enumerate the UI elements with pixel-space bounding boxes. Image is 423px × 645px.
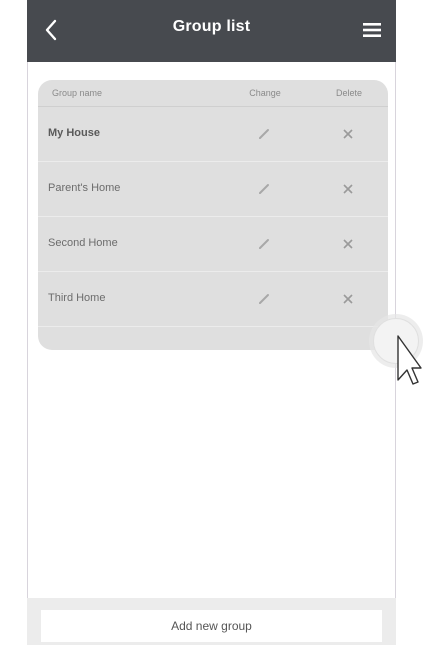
group-name: My House bbox=[48, 127, 100, 139]
edit-group-button[interactable] bbox=[249, 174, 279, 204]
edit-group-button[interactable] bbox=[249, 229, 279, 259]
menu-button[interactable] bbox=[356, 14, 388, 46]
close-icon bbox=[343, 239, 353, 249]
pencil-icon bbox=[259, 239, 269, 249]
close-icon bbox=[343, 184, 353, 194]
page-title: Group list bbox=[172, 18, 251, 35]
close-icon bbox=[343, 129, 353, 139]
delete-group-button[interactable] bbox=[333, 284, 363, 314]
table-row: Second Home bbox=[38, 217, 388, 272]
add-new-group-button[interactable]: Add new group bbox=[41, 610, 382, 642]
group-table: Group name Change Delete My House Parent… bbox=[38, 80, 388, 350]
hamburger-menu-icon bbox=[363, 23, 381, 37]
delete-group-button[interactable] bbox=[333, 229, 363, 259]
edit-group-button[interactable] bbox=[249, 119, 279, 149]
group-name: Second Home bbox=[48, 237, 118, 249]
delete-group-button[interactable] bbox=[333, 174, 363, 204]
pencil-icon bbox=[259, 129, 269, 139]
pencil-icon bbox=[259, 184, 269, 194]
close-icon bbox=[343, 294, 353, 304]
column-header-change: Change bbox=[249, 88, 281, 98]
pencil-icon bbox=[259, 294, 269, 304]
table-row: My House bbox=[38, 107, 388, 162]
column-header-name: Group name bbox=[52, 88, 103, 98]
column-header-delete: Delete bbox=[335, 88, 362, 98]
app-header: Group list bbox=[27, 0, 396, 62]
group-name: Third Home bbox=[48, 292, 106, 304]
footer-bar: Add new group bbox=[27, 598, 396, 645]
group-name: Parent's Home bbox=[48, 182, 121, 194]
edit-group-button[interactable] bbox=[249, 284, 279, 314]
table-header: Group name Change Delete bbox=[38, 80, 388, 107]
touch-cursor bbox=[371, 318, 423, 390]
table-row: Parent's Home bbox=[38, 162, 388, 217]
phone-screen: Group list Group name Change Delete My H… bbox=[27, 0, 396, 645]
pointer-arrow-icon bbox=[397, 335, 422, 385]
table-row: Third Home bbox=[38, 272, 388, 327]
delete-group-button[interactable] bbox=[333, 119, 363, 149]
